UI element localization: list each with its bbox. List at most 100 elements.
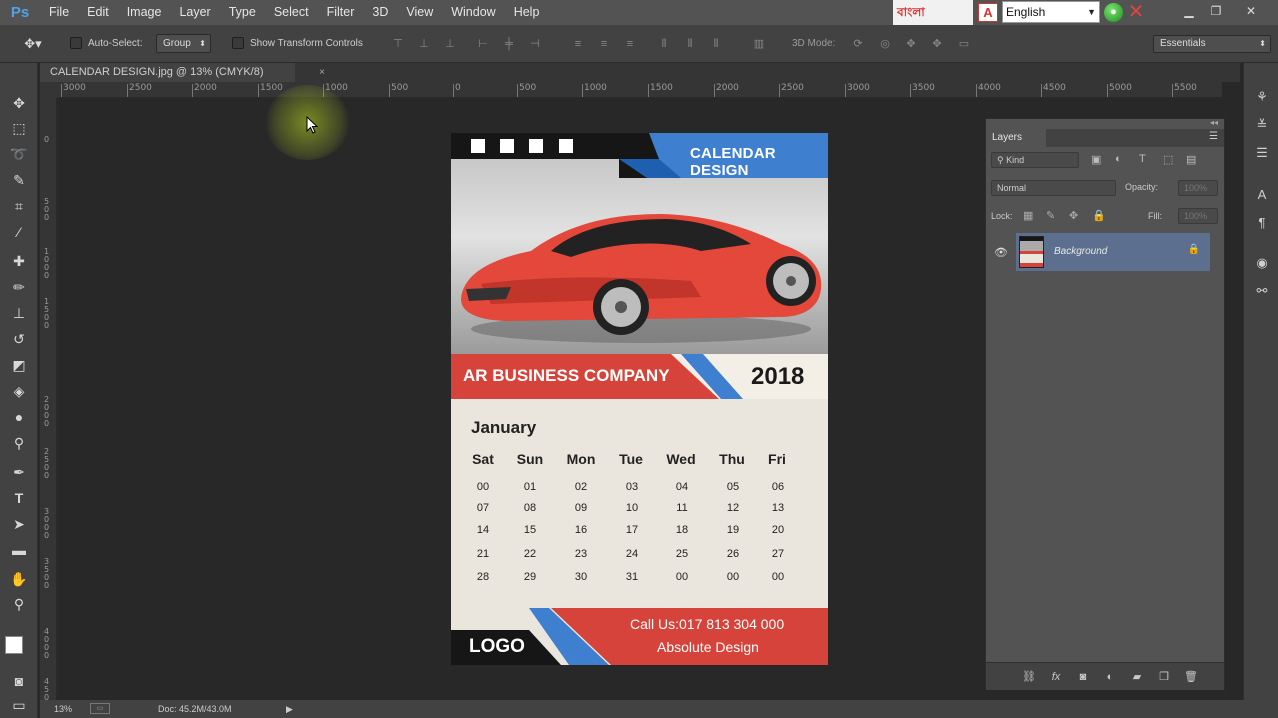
3d-roll-icon[interactable]: ◎: [878, 37, 892, 51]
move-tool-preset-icon[interactable]: ✥▾: [22, 37, 44, 51]
status-preview-icon[interactable]: ▭: [90, 703, 110, 714]
distribute-right-icon[interactable]: ⫴: [709, 37, 723, 51]
adjustment-layer-icon[interactable]: ◐: [1103, 670, 1117, 684]
blur-tool-icon[interactable]: ●: [9, 407, 29, 427]
new-group-icon[interactable]: ▰: [1130, 670, 1144, 684]
paint-bucket-tool-icon[interactable]: ◈: [9, 381, 29, 401]
eraser-tool-icon[interactable]: ◩: [9, 355, 29, 375]
move-tool-icon[interactable]: ✥: [9, 93, 29, 113]
fill-field[interactable]: 100%: [1178, 208, 1218, 224]
quick-select-tool-icon[interactable]: ✎: [9, 170, 29, 190]
align-bottom-icon[interactable]: ⊥: [443, 37, 457, 51]
lock-pixels-icon[interactable]: ✎: [1046, 209, 1055, 222]
layers-tab[interactable]: Layers: [986, 129, 1046, 147]
collapse-panel-icon[interactable]: ◂◂: [1210, 118, 1218, 127]
distribute-hcenter-icon[interactable]: ⫴: [683, 37, 697, 51]
adobe-icon[interactable]: A: [978, 3, 998, 22]
filter-shape-icon[interactable]: ⬚: [1163, 153, 1173, 166]
menu-image[interactable]: Image: [118, 0, 171, 25]
layer-visibility-eye-icon[interactable]: 👁: [994, 246, 1008, 259]
menu-select[interactable]: Select: [265, 0, 318, 25]
menu-layer[interactable]: Layer: [170, 0, 219, 25]
paragraph-panel-icon[interactable]: ¶: [1254, 215, 1270, 231]
go-icon[interactable]: ●: [1104, 3, 1123, 22]
pen-tool-icon[interactable]: ✒: [9, 462, 29, 482]
auto-select-checkbox[interactable]: [70, 37, 82, 49]
panel-menu-icon[interactable]: ☰: [1209, 131, 1218, 142]
menu-3d[interactable]: 3D: [363, 0, 397, 25]
eyedropper-tool-icon[interactable]: ⁄: [9, 222, 29, 242]
crop-tool-icon[interactable]: ⌗: [9, 196, 29, 216]
menu-window[interactable]: Window: [442, 0, 504, 25]
layer-row-background[interactable]: Background 🔒: [1016, 233, 1210, 271]
marquee-tool-icon[interactable]: ⬚: [9, 118, 29, 138]
history-panel-icon[interactable]: ⚘: [1254, 89, 1270, 105]
zoom-level[interactable]: 13%: [54, 700, 72, 718]
align-left-icon[interactable]: ⊢: [476, 37, 490, 51]
align-vcenter-icon[interactable]: ⊥: [417, 37, 431, 51]
distribute-top-icon[interactable]: ≡: [571, 37, 585, 51]
menu-filter[interactable]: Filter: [318, 0, 364, 25]
history-brush-tool-icon[interactable]: ↺: [9, 329, 29, 349]
close-tab-icon[interactable]: ×: [319, 63, 325, 82]
close-keyboard-icon[interactable]: ✕: [1126, 1, 1146, 23]
distribute-bottom-icon[interactable]: ≡: [623, 37, 637, 51]
3d-rotate-icon[interactable]: ⟳: [851, 37, 865, 51]
new-layer-icon[interactable]: ❐: [1157, 670, 1171, 684]
distribute-left-icon[interactable]: ⫴: [657, 37, 671, 51]
zoom-tool-icon[interactable]: ⚲: [9, 594, 29, 614]
blend-mode-select[interactable]: Normal: [991, 180, 1116, 196]
lock-transparency-icon[interactable]: ▦: [1023, 209, 1033, 222]
fx-icon[interactable]: fx: [1049, 670, 1063, 684]
rectangle-tool-icon[interactable]: ▬: [9, 540, 29, 560]
workspace-select[interactable]: Essentials ⬍: [1153, 35, 1271, 53]
screen-mode-icon[interactable]: ▭: [9, 695, 29, 715]
properties-panel-icon[interactable]: ☰: [1254, 145, 1270, 161]
auto-align-icon[interactable]: ▥: [752, 37, 766, 51]
lock-position-icon[interactable]: ✥: [1069, 209, 1078, 222]
document-tab[interactable]: CALENDAR DESIGN.jpg @ 13% (CMYK/8) ×: [40, 63, 325, 82]
paths-panel-icon[interactable]: ⚯: [1254, 283, 1270, 299]
quick-mask-icon[interactable]: ◙: [9, 671, 29, 691]
close-window-icon[interactable]: ✕: [1240, 2, 1262, 20]
filter-pixel-icon[interactable]: ▣: [1091, 153, 1101, 166]
align-right-icon[interactable]: ⊣: [528, 37, 542, 51]
character-panel-icon[interactable]: A: [1254, 187, 1270, 203]
auto-select-dropdown[interactable]: Group ⬍: [156, 34, 211, 53]
lock-all-icon[interactable]: 🔒: [1092, 209, 1106, 222]
show-transform-checkbox[interactable]: [232, 37, 244, 49]
add-mask-icon[interactable]: ◙: [1076, 670, 1090, 684]
bangla-keyboard-label[interactable]: বাংলা: [893, 0, 973, 25]
menu-edit[interactable]: Edit: [78, 0, 118, 25]
kind-filter-select[interactable]: ⚲ Kind: [991, 152, 1079, 168]
minimize-icon[interactable]: ▁: [1178, 2, 1200, 20]
hand-tool-icon[interactable]: ✋: [9, 569, 29, 589]
3d-panel-icon[interactable]: ◉: [1254, 255, 1270, 271]
lasso-tool-icon[interactable]: ➰: [9, 144, 29, 164]
brush-tool-icon[interactable]: ✏: [9, 277, 29, 297]
restore-icon[interactable]: ❐: [1205, 2, 1227, 20]
opacity-field[interactable]: 100%: [1178, 180, 1218, 196]
3d-scale-icon[interactable]: ▭: [957, 37, 971, 51]
healing-brush-tool-icon[interactable]: ✚: [9, 251, 29, 271]
menu-type[interactable]: Type: [220, 0, 265, 25]
language-select[interactable]: English ▼: [1002, 1, 1100, 23]
menu-file[interactable]: File: [40, 0, 78, 25]
filter-type-icon[interactable]: T: [1139, 153, 1146, 165]
menu-view[interactable]: View: [397, 0, 442, 25]
type-tool-icon[interactable]: T: [9, 488, 29, 508]
filter-adjustment-icon[interactable]: ◐: [1115, 153, 1122, 165]
adjustments-panel-icon[interactable]: ≚: [1254, 117, 1270, 133]
filter-smart-icon[interactable]: ▤: [1186, 153, 1196, 166]
align-hcenter-icon[interactable]: ╪: [502, 37, 516, 51]
foreground-color-swatch[interactable]: [5, 636, 23, 654]
menu-help[interactable]: Help: [505, 0, 549, 25]
horizontal-ruler[interactable]: 3000 2500 2000 1500 1000 500 0 500 1000 1500 2000 2…: [57, 82, 1222, 98]
align-top-icon[interactable]: ⊤: [391, 37, 405, 51]
vertical-ruler[interactable]: 0 5 0 0 1 0 0 0 1 5 0 0 2 0 0 0 2 5 0 0 3 0 0 …: [40, 98, 57, 710]
distribute-vcenter-icon[interactable]: ≡: [597, 37, 611, 51]
status-menu-arrow-icon[interactable]: ▶: [286, 700, 293, 718]
stamp-tool-icon[interactable]: ⊥: [9, 303, 29, 323]
link-layers-icon[interactable]: ⛓: [1022, 670, 1036, 684]
calendar-document[interactable]: CALENDAR DESIGN AR BUSINESS COMPANY 2018…: [451, 133, 828, 665]
